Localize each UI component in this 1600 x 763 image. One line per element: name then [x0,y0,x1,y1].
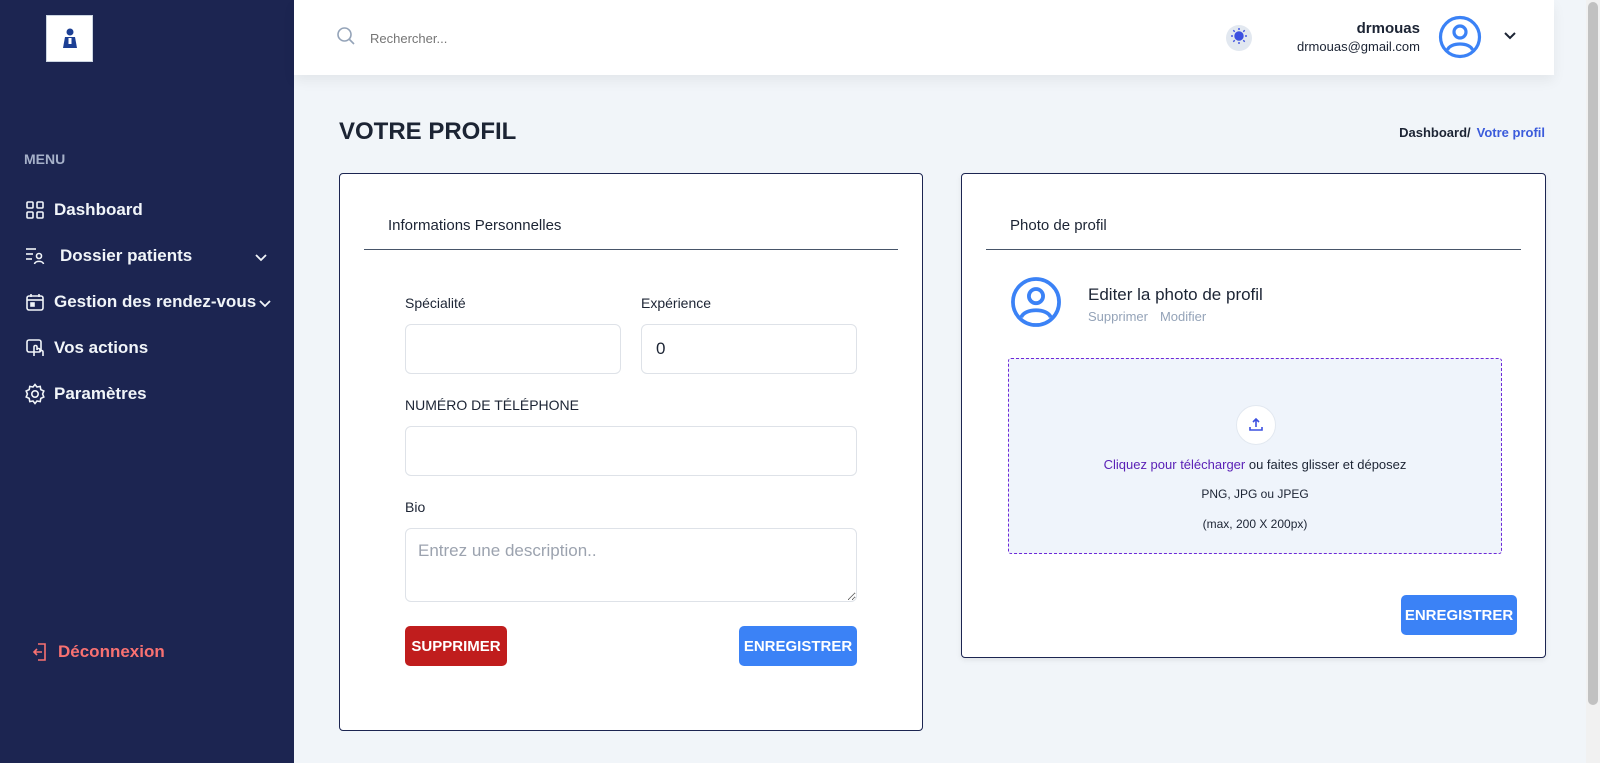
logo-icon [62,28,77,48]
gear-icon [24,383,46,405]
delete-button[interactable]: SUPPRIMER [405,626,507,666]
specialty-input[interactable] [405,324,621,374]
page-title: VOTRE PROFIL [339,118,517,145]
personal-info-title: Informations Personnelles [364,174,898,250]
photo-actions: Supprimer Modifier [1088,309,1218,324]
sidebar: MENU Dashboard Dossier patients Gestion … [0,0,294,763]
logout-button[interactable]: Déconnexion [32,642,165,662]
breadcrumb-dashboard-link[interactable]: Dashboard/ [1399,125,1471,140]
upload-icon [1236,405,1276,445]
avatar [1010,276,1062,333]
actions-icon [24,337,46,359]
edit-photo-title: Editer la photo de profil [1088,285,1263,304]
save-button[interactable]: ENREGISTRER [739,626,857,666]
sidebar-item-label: Paramètres [54,384,147,403]
upload-instructions: Cliquez pour télécharger ou faites gliss… [1009,457,1501,472]
breadcrumb-current: Votre profil [1476,125,1545,140]
specialty-label: Spécialité [405,295,466,311]
upload-text: ou faites glisser et déposez [1245,457,1407,472]
profile-photo-title: Photo de profil [986,174,1521,250]
search-input[interactable] [370,31,670,46]
chevron-down-icon[interactable] [258,294,272,314]
phone-input[interactable] [405,426,857,476]
upload-max-size: (max, 200 X 200px) [1202,517,1308,531]
bio-textarea[interactable] [405,528,857,602]
chevron-down-icon[interactable] [254,248,268,268]
avatar[interactable] [1438,15,1482,64]
logout-icon [32,642,48,662]
sun-icon [1230,27,1248,50]
search-icon [336,26,356,51]
experience-label: Expérience [641,295,712,311]
chevron-down-icon[interactable] [1502,29,1518,47]
calendar-icon [24,291,46,313]
page-scrollbar[interactable] [1586,0,1600,763]
menu-title: MENU [24,151,66,167]
sidebar-item-dashboard[interactable]: Dashboard [24,187,274,233]
top-header: drmouas drmouas@gmail.com [294,0,1554,75]
app-logo[interactable] [46,15,93,62]
upload-formats: PNG, JPG ou JPEG [1201,487,1309,501]
user-info[interactable]: drmouas drmouas@gmail.com [1297,20,1420,54]
scrollbar-thumb[interactable] [1588,2,1598,705]
upload-link[interactable]: Cliquez pour télécharger [1104,457,1246,472]
personal-info-card: Informations Personnelles Spécialité Exp… [339,173,923,731]
bio-label: Bio [405,499,426,515]
experience-input[interactable] [641,324,857,374]
sidebar-item-vos-actions[interactable]: Vos actions [24,325,274,371]
sidebar-nav: Dashboard Dossier patients Gestion des r… [24,187,274,417]
modify-photo-link[interactable]: Modifier [1160,309,1206,324]
user-avatar-icon [1011,277,1061,327]
sidebar-item-label: Dashboard [54,200,143,219]
upload-dropzone[interactable]: Cliquez pour télécharger ou faites gliss… [1008,358,1502,554]
user-name: drmouas [1356,20,1420,37]
save-photo-button[interactable]: ENREGISTRER [1401,595,1517,635]
grid-icon [24,199,46,221]
search-bar[interactable] [336,26,670,51]
sidebar-item-label: Dossier patients [60,246,193,265]
patient-list-icon [24,245,46,267]
logout-label: Déconnexion [58,642,165,661]
phone-label: NUMÉRO DE TÉLÉPHONE [405,397,579,413]
sidebar-item-rendez-vous[interactable]: Gestion des rendez-vous [24,279,274,325]
breadcrumb: Dashboard/Votre profil [1399,125,1545,140]
sidebar-item-parametres[interactable]: Paramètres [24,371,274,417]
user-email: drmouas@gmail.com [1296,39,1420,54]
sidebar-item-label: Gestion des rendez-vous [54,292,257,311]
delete-photo-link[interactable]: Supprimer [1088,309,1148,324]
profile-photo-card: Photo de profil Editer la photo de profi… [961,173,1546,658]
sidebar-item-label: Vos actions [54,338,149,357]
user-avatar-icon [1438,15,1482,59]
sidebar-item-dossier-patients[interactable]: Dossier patients [24,233,274,279]
theme-toggle[interactable] [1226,25,1252,51]
